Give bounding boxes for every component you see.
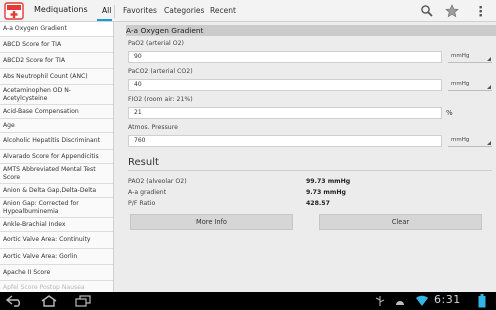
list-item-label: Aortic Valve Area: Continuity [3,236,91,244]
list-item-label: Anion Gap: Corrected for Hypoalbuminemia [3,200,79,215]
dropdown-arrow-icon [487,57,491,61]
recent-apps-icon[interactable] [74,295,92,307]
tab-favorites[interactable]: Favorites [123,6,157,15]
pao2-label: PaO2 (arterial O2) [128,40,184,47]
paco2-unit-value: mmHg [451,81,470,87]
dropdown-arrow-icon [487,85,491,89]
calculator-panel: A-a Oxygen Gradient PaO2 (arterial O2) 9… [122,22,496,292]
list-item-label: ABCD Score for TIA [3,40,62,48]
list-item[interactable]: AMTS Abbreviated Mental Test Score [0,164,113,184]
overflow-menu-icon[interactable] [474,4,488,18]
list-item-label: Ankle-Brachial Index [3,220,66,228]
list-item-label: Anion & Delta Gap,Delta-Delta [3,186,97,194]
clear-button[interactable]: Clear [319,214,482,230]
home-icon[interactable] [40,295,58,307]
atmos-pressure-unit-value: mmHg [451,137,470,143]
usb-icon [375,296,385,306]
tab-divider [114,5,115,18]
action-bar: Mediquations All Favorites Categories Re… [0,0,496,22]
calculator-list[interactable]: A-a Oxygen Gradient ABCD Score for TIA A… [0,22,114,292]
atmos-pressure-input[interactable]: 760 [128,135,442,147]
pao2-unit-value: mmHg [451,53,470,59]
result-divider [128,170,492,171]
result-label-pao2: PAO2 (alveolar O2) [128,178,187,185]
app-window: Mediquations All Favorites Categories Re… [0,0,496,310]
star-icon[interactable] [445,4,459,18]
dropdown-arrow-icon [487,141,491,145]
atmos-pressure-label: Atmos. Pressure [128,124,178,131]
list-item-label: AMTS Abbreviated Mental Test Score [3,166,96,181]
pao2-input[interactable]: 90 [128,51,442,63]
result-label-pf-ratio: P/F Ratio [128,200,156,207]
result-value-pf-ratio: 428.57 [306,200,330,207]
status-clock: 6:31 [434,293,461,306]
result-label-aa-gradient: A-a gradient [128,189,167,196]
list-item[interactable]: Apache II Score [0,265,113,281]
tab-all[interactable]: All [102,6,111,15]
list-item[interactable]: A-a Oxygen Gradient [0,22,113,37]
mediquations-app-icon[interactable] [4,2,24,20]
list-item-label: Aortic Valve Area: Gorlin [3,252,78,260]
list-item[interactable]: Alcoholic Hepatitis Discriminant [0,133,113,150]
result-title: Result [128,157,159,168]
paco2-input[interactable]: 40 [128,79,442,91]
list-item[interactable]: Anion Gap: Corrected for Hypoalbuminemia [0,198,113,218]
wifi-icon [416,295,428,306]
fio2-unit: % [446,109,453,117]
list-item[interactable]: ABCD2 Score for TIA [0,53,113,69]
android-debug-icon [396,301,404,305]
list-item[interactable]: Apfel Score Postop Nausea [0,281,113,292]
list-item[interactable]: Age [0,119,113,133]
calculator-title: A-a Oxygen Gradient [126,26,204,35]
list-item[interactable]: Alvarado Score for Appendicitis [0,150,113,164]
result-value-pao2: 99.73 mmHg [306,178,351,185]
atmos-pressure-unit-dropdown[interactable]: mmHg [448,135,492,147]
list-item-label: Acetaminophen OD N-Acetylcysteine [3,87,71,102]
list-item-label: Abs Neutrophil Count (ANC) [3,72,88,80]
tab-categories[interactable]: Categories [164,6,204,15]
battery-icon [478,294,486,308]
paco2-unit-dropdown[interactable]: mmHg [448,79,492,91]
list-item-label: Apache II Score [3,268,51,276]
list-item[interactable]: Aortic Valve Area: Continuity [0,232,113,249]
paco2-label: PaCO2 (arterial CO2) [128,68,193,75]
fio2-label: FIO2 (room air: 21%) [128,96,193,103]
list-item-label: Alvarado Score for Appendicitis [3,152,99,160]
app-title: Mediquations [34,5,88,14]
list-item-label: ABCD2 Score for TIA [3,56,66,64]
list-item-label: Alcoholic Hepatitis Discriminant [3,137,101,145]
list-item[interactable]: Abs Neutrophil Count (ANC) [0,69,113,85]
list-item-label: A-a Oxygen Gradient [3,25,67,33]
list-item-label: Apfel Score Postop Nausea [3,283,85,291]
list-item-label: Acid-Base Compensation [3,107,79,115]
list-item-label: Age [3,121,15,129]
result-value-aa-gradient: 9.73 mmHg [306,189,346,196]
list-item[interactable]: Ankle-Brachial Index [0,218,113,232]
fio2-input[interactable]: 21 [128,107,442,119]
system-bar: 6:31 [0,292,496,310]
pao2-unit-dropdown[interactable]: mmHg [448,51,492,63]
back-icon[interactable] [6,295,24,307]
list-item[interactable]: Acetaminophen OD N-Acetylcysteine [0,85,113,105]
active-tab-indicator [97,19,112,21]
tab-recent[interactable]: Recent [210,6,236,15]
list-item[interactable]: Acid-Base Compensation [0,105,113,119]
more-info-button[interactable]: More Info [130,214,293,230]
list-item[interactable]: Anion & Delta Gap,Delta-Delta [0,184,113,198]
search-icon[interactable] [420,4,434,18]
list-item[interactable]: Aortic Valve Area: Gorlin [0,249,113,265]
list-item[interactable]: ABCD Score for TIA [0,37,113,53]
